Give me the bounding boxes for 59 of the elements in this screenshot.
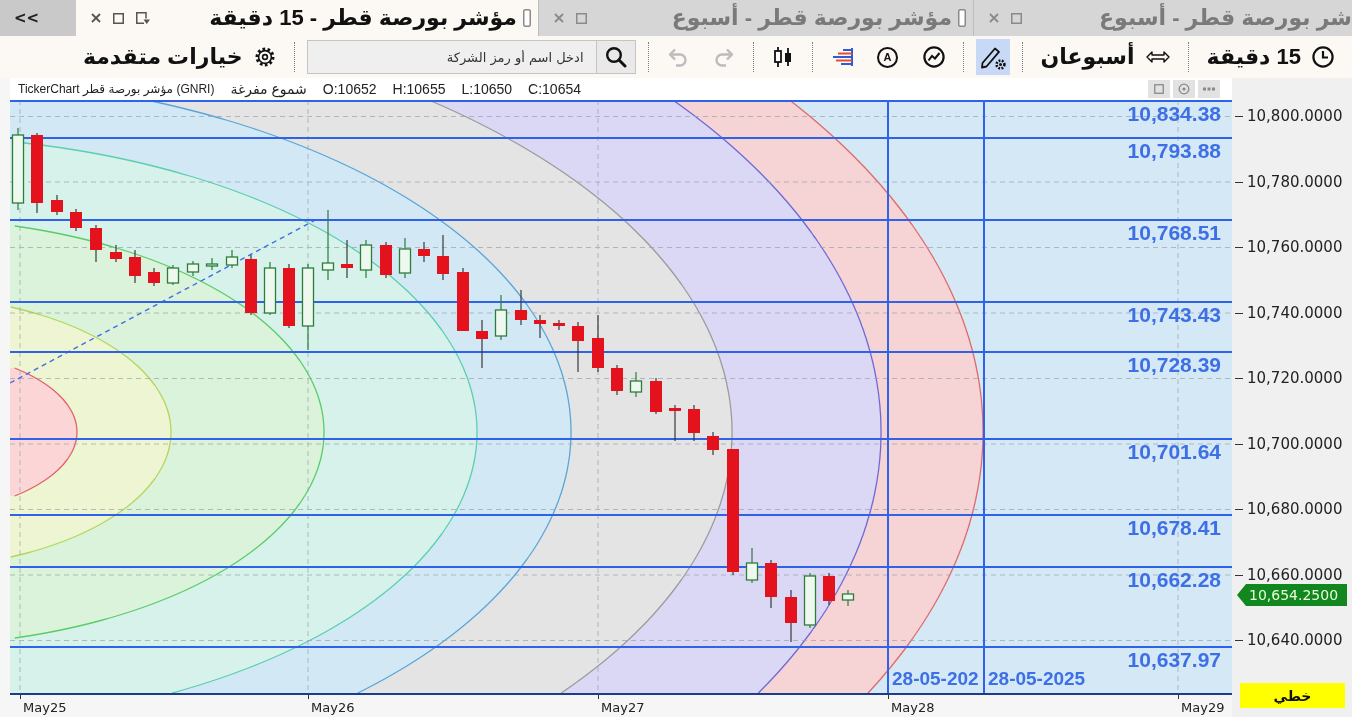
price-axis-label: 10,800.0000	[1235, 108, 1343, 125]
undo-icon	[666, 46, 689, 68]
level-label: 10,701.64	[1127, 440, 1221, 464]
time-axis-label: May27	[598, 695, 645, 716]
rounded-rectangle-icon	[958, 9, 966, 27]
search-button[interactable]	[595, 40, 636, 74]
ohlc-value: H:10655	[392, 81, 446, 97]
level-label: 10,743.43	[1127, 303, 1221, 327]
time-axis-label: May26	[308, 695, 355, 716]
candlestick-icon	[771, 46, 794, 68]
double-arrow-icon	[1145, 51, 1170, 63]
price-axis-label: 10,660.0000	[1235, 566, 1343, 584]
tabs-overflow-button[interactable]: <<	[0, 0, 76, 36]
clock-icon	[1312, 46, 1334, 68]
popout-icon	[136, 12, 150, 24]
redo-icon	[712, 46, 735, 68]
more-icon	[1203, 87, 1215, 91]
maximize-icon	[113, 12, 124, 24]
close-icon	[91, 13, 101, 23]
ohlc-value: C:10654	[528, 81, 581, 97]
price-axis-label: 10,760.0000	[1235, 239, 1343, 256]
square-icon	[1154, 84, 1164, 94]
drawing-tool-button[interactable]	[975, 39, 1010, 75]
scale-mode-button[interactable]: خطي	[1240, 683, 1345, 708]
price-axis-label: 10,640.0000	[1235, 632, 1343, 649]
maximize-icon	[1011, 12, 1022, 24]
time-axis-label: May25	[20, 695, 67, 716]
price-axis-label: 10,740.0000	[1235, 304, 1343, 322]
price-axis-label: 10,700.0000	[1235, 435, 1343, 453]
search-icon	[604, 46, 627, 68]
interval-button[interactable]: 15 دقيقة	[1200, 39, 1340, 75]
level-label: 10,793.88	[1127, 139, 1221, 163]
last-price-tag: 10,654.2500	[1237, 584, 1347, 606]
ohlc-value: L:10650	[461, 81, 513, 97]
date-label: 28-05-2025	[988, 667, 1086, 691]
ohlc-value: O:10652	[322, 81, 377, 97]
level-label: 10,768.51	[1127, 221, 1221, 245]
price-axis-label: 10,720.0000	[1235, 370, 1343, 387]
chart-style-label: شموع مفرغة	[230, 81, 307, 97]
date-label: 28-05-202	[892, 667, 979, 691]
time-axis-label: May28	[888, 695, 935, 716]
level-label: 10,678.41	[1127, 516, 1221, 540]
circled-letter-icon: A	[877, 46, 899, 68]
chart-title: TickerChart مؤشر بورصة قطر (GNRI)	[18, 82, 215, 96]
text-tool-button[interactable]: A	[870, 39, 905, 75]
level-label: 10,728.39	[1127, 353, 1221, 377]
time-axis-label: May29	[1178, 695, 1225, 716]
level-label: 10,662.28	[1127, 568, 1221, 592]
more-button[interactable]	[1198, 80, 1220, 98]
close-icon	[989, 13, 999, 23]
circled-zigzag-icon	[922, 46, 945, 68]
price-axis-label: 10,680.0000	[1235, 501, 1343, 518]
panel-toggle-button[interactable]	[1148, 80, 1170, 98]
circle-dot-icon	[1178, 83, 1190, 95]
range-button[interactable]: أسبوعان	[1034, 39, 1176, 75]
chart-settings-button[interactable]	[1173, 80, 1195, 98]
level-label: 10,834.38	[1127, 102, 1221, 126]
price-axis-label: 10,780.0000	[1235, 173, 1343, 191]
level-label: 10,637.97	[1127, 648, 1221, 672]
